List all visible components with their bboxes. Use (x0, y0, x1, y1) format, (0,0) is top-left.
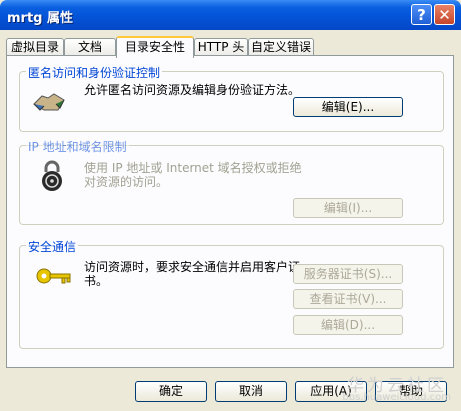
tab-virtual-directory[interactable]: 虚拟目录 (6, 38, 64, 56)
help-icon-button[interactable]: ? (411, 4, 432, 25)
edit-authentication-button[interactable]: 编辑(E)... (293, 97, 403, 117)
title-bar: mrtg 属性 ? ✕ (0, 0, 461, 30)
group-title-secure-communications: 安全通信 (26, 238, 79, 255)
padlock-icon (42, 160, 62, 191)
cancel-button[interactable]: 取消 (215, 381, 287, 402)
close-icon-button[interactable]: ✕ (434, 4, 455, 25)
view-certificate-button[interactable]: 查看证书(V)... (293, 289, 403, 309)
edit-ip-restrictions-button[interactable]: 编辑(I)... (293, 198, 403, 218)
key-icon (36, 268, 71, 284)
watermark-url: bbs.huaweicloud.com (342, 392, 451, 403)
secure-communications-description: 访问资源时，要求安全通信并启用客户证书。 (84, 260, 301, 288)
group-title-anonymous-access: 匿名访问和身份验证控制 (26, 64, 163, 81)
tab-panel: 匿名访问和身份验证控制 允许匿名访问资源及编辑身份验证方法。 编辑(E)... … (6, 55, 454, 368)
group-ip-restrictions: IP 地址和域名限制 使用 IP 地址或 Internet 域名授权或拒绝对资源… (19, 138, 444, 225)
group-title-ip-restrictions: IP 地址和域名限制 (26, 138, 129, 155)
tab-custom-errors[interactable]: 自定义错误 (248, 38, 314, 56)
handshake-icon (33, 93, 65, 111)
anonymous-access-description: 允许匿名访问资源及编辑身份验证方法。 (84, 83, 301, 97)
tab-directory-security[interactable]: 目录安全性 (116, 36, 194, 58)
tab-http-headers[interactable]: HTTP 头 (194, 38, 248, 56)
window-title: mrtg 属性 (7, 11, 74, 26)
server-certificate-button[interactable]: 服务器证书(S)... (293, 264, 403, 284)
group-anonymous-access: 匿名访问和身份验证控制 允许匿名访问资源及编辑身份验证方法。 编辑(E)... (19, 64, 444, 132)
tab-documents[interactable]: 文档 (64, 38, 116, 56)
group-secure-communications: 安全通信 访问资源时，要求安全通信并启用客户证书。 服务器证书(S)... 查看… (19, 238, 444, 349)
ok-button[interactable]: 确定 (135, 381, 207, 402)
ip-restrictions-description: 使用 IP 地址或 Internet 域名授权或拒绝对资源的访问。 (84, 161, 302, 189)
edit-secure-communications-button[interactable]: 编辑(D)... (293, 315, 403, 335)
